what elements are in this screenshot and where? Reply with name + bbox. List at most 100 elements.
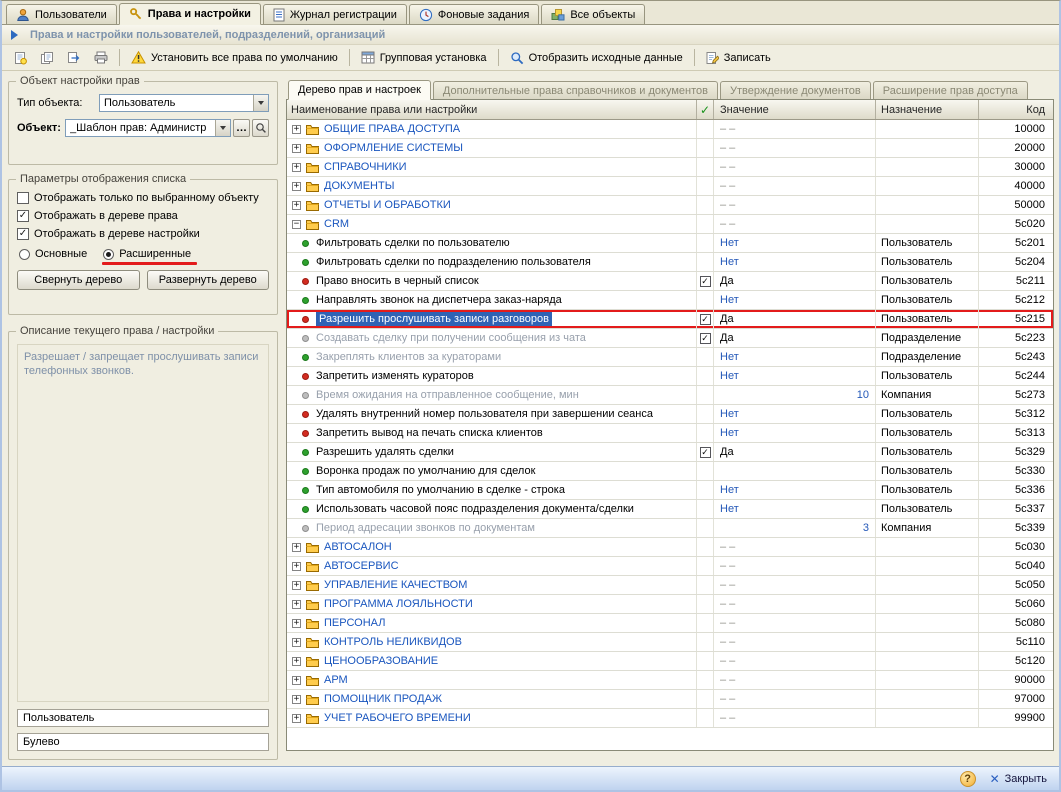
table-row[interactable]: Право вносить в черный список✓ДаПользова…: [287, 272, 1053, 291]
value-cell[interactable]: 10: [714, 386, 876, 404]
table-row[interactable]: +УЧЕТ РАБОЧЕГО ВРЕМЕНИ– –99900: [287, 709, 1053, 728]
collapse-toggle-icon[interactable]: −: [292, 220, 301, 229]
value-cell[interactable]: Нет: [714, 234, 876, 252]
rights-mode-radio-1[interactable]: Расширенные: [103, 248, 191, 260]
value-cell[interactable]: Да: [714, 443, 876, 461]
table-row[interactable]: Создавать сделку при получении сообщения…: [287, 329, 1053, 348]
rights-mode-radio-0[interactable]: Основные: [19, 248, 87, 260]
column-header-4[interactable]: Код: [979, 100, 1053, 119]
main-tab-all-objects[interactable]: Все объекты: [541, 4, 645, 24]
rights-tab-approval[interactable]: Утверждение документов: [720, 81, 871, 99]
value-cell[interactable]: Нет: [714, 500, 876, 518]
table-row[interactable]: +ОБЩИЕ ПРАВА ДОСТУПА– –10000: [287, 120, 1053, 139]
table-row[interactable]: +УПРАВЛЕНИЕ КАЧЕСТВОМ– –5c050: [287, 576, 1053, 595]
value-cell[interactable]: Нет: [714, 481, 876, 499]
value-checkbox[interactable]: ✓: [700, 333, 711, 344]
expand-toggle-icon[interactable]: +: [292, 600, 301, 609]
value-cell[interactable]: Нет: [714, 348, 876, 366]
value-cell[interactable]: Да: [714, 329, 876, 347]
table-row[interactable]: +АРМ– –90000: [287, 671, 1053, 690]
rights-tab-extension[interactable]: Расширение прав доступа: [873, 81, 1028, 99]
expand-tree-button[interactable]: Развернуть дерево: [147, 270, 270, 290]
value-cell[interactable]: Нет: [714, 291, 876, 309]
value-cell[interactable]: Да: [714, 272, 876, 290]
value-check-cell[interactable]: ✓: [697, 272, 714, 290]
column-header-0[interactable]: Наименование права или настройки: [287, 100, 697, 119]
copy-button[interactable]: [34, 47, 60, 69]
rights-tab-additional[interactable]: Дополнительные права справочников и доку…: [433, 81, 718, 99]
table-row[interactable]: +АВТОСАЛОН– –5c030: [287, 538, 1053, 557]
column-header-2[interactable]: Значение: [714, 100, 876, 119]
rights-tab-tree[interactable]: Дерево прав и настроек: [288, 80, 431, 100]
value-cell[interactable]: [714, 462, 876, 480]
display-option-checkbox-2[interactable]: ✓Отображать в дереве настройки: [17, 228, 269, 240]
expand-toggle-icon[interactable]: +: [292, 714, 301, 723]
table-row[interactable]: Запретить изменять кураторовНетПользоват…: [287, 367, 1053, 386]
value-cell[interactable]: Да: [714, 310, 876, 328]
table-row[interactable]: Направлять звонок на диспетчера заказ-на…: [287, 291, 1053, 310]
table-row[interactable]: Время ожидания на отправленное сообщение…: [287, 386, 1053, 405]
add-button[interactable]: [8, 47, 33, 69]
expand-toggle-icon[interactable]: +: [292, 182, 301, 191]
value-cell[interactable]: Нет: [714, 253, 876, 271]
table-row[interactable]: +ПРОГРАММА ЛОЯЛЬНОСТИ– –5c060: [287, 595, 1053, 614]
table-row[interactable]: Тип автомобиля по умолчанию в сделке - с…: [287, 481, 1053, 500]
set-defaults-button[interactable]: Установить все права по умолчанию: [125, 47, 344, 69]
table-row[interactable]: Фильтровать сделки по пользователюНетПол…: [287, 234, 1053, 253]
group-set-button[interactable]: Групповая установка: [355, 47, 493, 69]
chevron-down-icon[interactable]: [215, 120, 230, 136]
table-row[interactable]: +СПРАВОЧНИКИ– –30000: [287, 158, 1053, 177]
expand-toggle-icon[interactable]: +: [292, 562, 301, 571]
help-button[interactable]: ?: [960, 771, 976, 787]
value-checkbox[interactable]: ✓: [700, 447, 711, 458]
table-row[interactable]: +ЦЕНООБРАЗОВАНИЕ– –5c120: [287, 652, 1053, 671]
ellipsis-button[interactable]: …: [233, 119, 250, 137]
value-checkbox[interactable]: ✓: [700, 314, 711, 325]
show-source-button[interactable]: Отобразить исходные данные: [504, 47, 689, 69]
table-row[interactable]: Период адресации звонков по документам3К…: [287, 519, 1053, 538]
table-row[interactable]: +АВТОСЕРВИС– –5c040: [287, 557, 1053, 576]
close-button[interactable]: ✕ Закрыть: [990, 772, 1047, 786]
expand-toggle-icon[interactable]: +: [292, 163, 301, 172]
object-field[interactable]: _Шаблон прав: Администр: [65, 119, 231, 137]
value-cell[interactable]: 3: [714, 519, 876, 537]
value-check-cell[interactable]: ✓: [697, 310, 714, 328]
value-cell[interactable]: Нет: [714, 424, 876, 442]
expand-toggle-icon[interactable]: +: [292, 657, 301, 666]
display-option-checkbox-0[interactable]: Отображать только по выбранному объекту: [17, 192, 269, 204]
value-check-cell[interactable]: ✓: [697, 329, 714, 347]
transfer-button[interactable]: [61, 47, 87, 69]
value-cell[interactable]: Нет: [714, 367, 876, 385]
object-type-combo[interactable]: Пользователь: [99, 94, 269, 112]
table-row[interactable]: Использовать часовой пояс подразделения …: [287, 500, 1053, 519]
main-tab-journal[interactable]: Журнал регистрации: [263, 4, 407, 24]
main-tab-rights[interactable]: Права и настройки: [119, 3, 261, 25]
value-check-cell[interactable]: ✓: [697, 443, 714, 461]
table-row[interactable]: +ОТЧЕТЫ И ОБРАБОТКИ– –50000: [287, 196, 1053, 215]
display-option-checkbox-1[interactable]: ✓Отображать в дереве права: [17, 210, 269, 222]
expand-toggle-icon[interactable]: +: [292, 144, 301, 153]
table-row[interactable]: +ПЕРСОНАЛ– –5c080: [287, 614, 1053, 633]
table-row[interactable]: Разрешить удалять сделки✓ДаПользователь5…: [287, 443, 1053, 462]
table-row[interactable]: Закреплять клиентов за кураторамиНетПодр…: [287, 348, 1053, 367]
collapse-tree-button[interactable]: Свернуть дерево: [17, 270, 140, 290]
chevron-down-icon[interactable]: [253, 95, 268, 111]
value-checkbox[interactable]: ✓: [700, 276, 711, 287]
expand-toggle-icon[interactable]: +: [292, 201, 301, 210]
table-row[interactable]: −CRM– –5c020: [287, 215, 1053, 234]
expand-toggle-icon[interactable]: +: [292, 581, 301, 590]
table-row[interactable]: +ДОКУМЕНТЫ– –40000: [287, 177, 1053, 196]
main-tab-users[interactable]: Пользователи: [6, 4, 117, 24]
expand-toggle-icon[interactable]: +: [292, 638, 301, 647]
table-row[interactable]: Разрешить прослушивать записи разговоров…: [287, 310, 1053, 329]
expand-toggle-icon[interactable]: +: [292, 695, 301, 704]
expand-toggle-icon[interactable]: +: [292, 619, 301, 628]
table-row[interactable]: +ПОМОЩНИК ПРОДАЖ– –97000: [287, 690, 1053, 709]
table-row[interactable]: +ОФОРМЛЕНИЕ СИСТЕМЫ– –20000: [287, 139, 1053, 158]
main-tab-background-jobs[interactable]: Фоновые задания: [409, 4, 539, 24]
save-button[interactable]: Записать: [700, 47, 777, 69]
table-row[interactable]: Удалять внутренний номер пользователя пр…: [287, 405, 1053, 424]
expand-toggle-icon[interactable]: +: [292, 543, 301, 552]
table-row[interactable]: Воронка продаж по умолчанию для сделокПо…: [287, 462, 1053, 481]
column-header-3[interactable]: Назначение: [876, 100, 979, 119]
